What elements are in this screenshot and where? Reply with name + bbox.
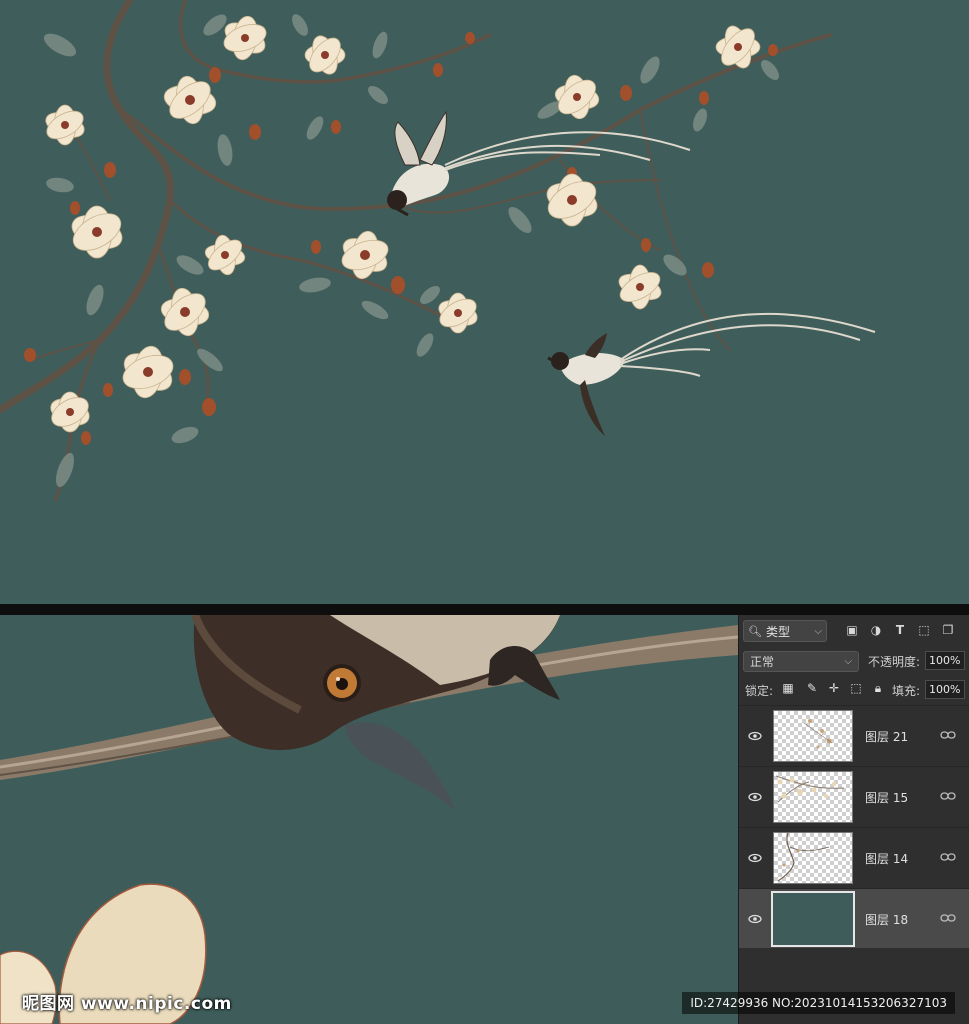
link-icon[interactable] [940,850,956,864]
filter-smart-object-icon[interactable]: ❐ [941,623,955,637]
fill-input[interactable]: 100% [925,680,965,699]
layer-thumbnail [773,771,853,823]
zoomed-detail-canvas: 昵图网 www.nipic.com [0,615,738,1024]
flower-bird-illustration [0,0,876,502]
layers-panel: 🔍︎ 类型 ⌵ ▣ ◑ T ⬚ ❐ 正常 ⌵ 不透明度: 100% 锁定: ▦ … [738,615,969,1024]
layer-row[interactable]: 图层 21 [739,705,969,765]
watermark-id: ID:27429936 NO:20231014153206327103 [682,992,955,1014]
lock-all-icon[interactable]: 🔒︎ [871,681,885,695]
watermark-site: 昵图网 www.nipic.com [22,994,232,1014]
filter-type-layer-icon[interactable]: T [893,623,907,637]
eye-icon[interactable] [747,911,763,927]
canvas-divider [0,604,969,615]
layer-thumbnail [771,891,855,947]
layer-filter-label: 类型 [765,624,790,639]
fill-label: 填充: [892,684,921,698]
blend-mode-dropdown[interactable]: 正常 ⌵ [743,651,859,672]
filter-pixel-layer-icon[interactable]: ▣ [845,623,859,637]
bird-lower [547,312,876,436]
chevron-down-icon: ⌵ [844,656,852,667]
filter-adjustment-layer-icon[interactable]: ◑ [869,623,883,637]
chevron-down-icon: ⌵ [814,625,822,637]
lock-image-pixels-icon[interactable]: ✎ [805,681,819,695]
layer-row[interactable]: 图层 15 [739,766,969,826]
opacity-label: 不透明度: [868,655,921,669]
layer-thumbnail [773,710,853,762]
lock-label: 锁定: [745,684,774,698]
layer-name: 图层 15 [865,791,909,805]
layer-row[interactable]: 图层 14 [739,827,969,887]
artwork-canvas [0,0,969,604]
layer-name: 图层 14 [865,852,909,866]
eye-icon[interactable] [747,850,763,866]
eye-icon[interactable] [747,728,763,744]
opacity-input[interactable]: 100% [925,651,965,670]
layer-name: 图层 21 [865,730,909,744]
filter-shape-layer-icon[interactable]: ⬚ [917,623,931,637]
eye-icon[interactable] [747,789,763,805]
link-icon[interactable] [940,789,956,803]
layer-filter-dropdown[interactable]: 🔍︎ 类型 ⌵ [743,620,827,642]
lock-transparent-pixels-icon[interactable]: ▦ [781,681,795,695]
zoomed-bird-detail [0,615,738,1024]
layer-row-selected[interactable]: 图层 18 [739,888,969,948]
search-icon: 🔍︎ [748,624,762,638]
lock-position-icon[interactable]: ✛ [827,681,841,695]
link-icon[interactable] [940,728,956,742]
lock-artboard-icon[interactable]: ⬚ [849,681,863,695]
layer-name: 图层 18 [865,913,909,927]
link-icon[interactable] [940,911,956,925]
blend-mode-value: 正常 [750,655,775,669]
layer-thumbnail [773,832,853,884]
